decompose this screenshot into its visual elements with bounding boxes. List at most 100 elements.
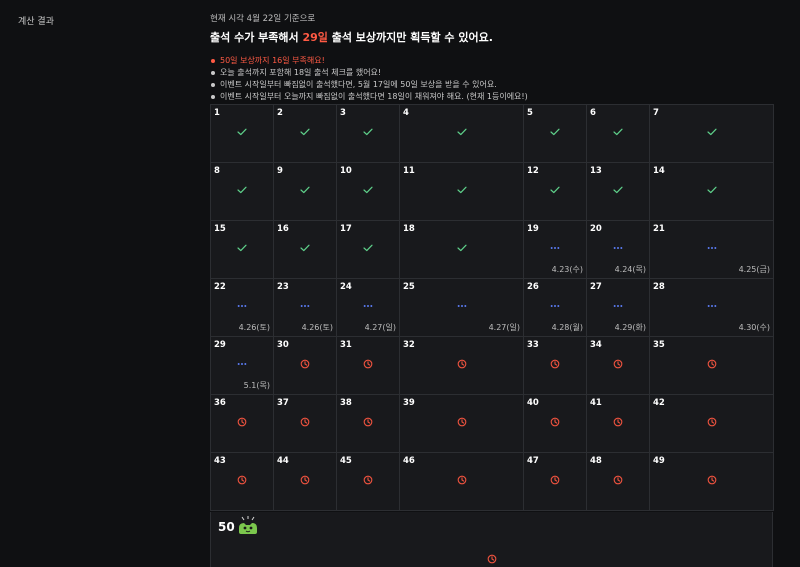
clock-icon: [707, 417, 717, 427]
day-number: 3: [340, 108, 346, 118]
clock-icon: [613, 475, 623, 485]
calendar-day-cell: 39: [400, 395, 524, 453]
day-number: 16: [277, 224, 289, 234]
day-number: 38: [340, 398, 352, 408]
more-dots-icon: [613, 301, 623, 311]
calendar-day-cell: 18: [400, 221, 524, 279]
calendar-day-cell: 42: [650, 395, 774, 453]
day-number: 43: [214, 456, 226, 466]
check-icon: [237, 185, 247, 195]
check-icon: [550, 185, 560, 195]
day-number: 14: [653, 166, 665, 176]
calendar-day-cell: 21 4.25(금): [650, 221, 774, 279]
calendar-day-cell: 22 4.26(토): [211, 279, 274, 337]
headline-accent: 29일: [302, 31, 328, 44]
day-number: 21: [653, 224, 665, 234]
expected-date: 4.23(수): [551, 265, 583, 274]
basis-text: 현재 시각 4월 22일 기준으로: [210, 14, 316, 24]
check-icon: [237, 243, 247, 253]
headline-prefix: 출석 수가 부족해서: [210, 31, 303, 44]
calendar-day-cell: 44: [274, 453, 337, 511]
calendar-day-cell: 41: [587, 395, 650, 453]
day-number: 11: [403, 166, 415, 176]
check-icon: [237, 127, 247, 137]
headline-suffix: 출석 보상까지만 획득할 수 있어요.: [327, 31, 493, 44]
more-dots-icon: [550, 301, 560, 311]
day-number: 7: [653, 108, 659, 118]
clock-icon: [237, 417, 247, 427]
expected-date: 4.24(목): [614, 265, 646, 274]
calendar-day-cell: 3: [337, 105, 400, 163]
check-icon: [706, 127, 717, 137]
section-label: 계산 결과: [18, 17, 54, 27]
check-icon: [300, 185, 310, 195]
clock-icon: [487, 549, 497, 567]
day-number: 48: [590, 456, 602, 466]
day-number: 4: [403, 108, 409, 118]
day-number: 46: [403, 456, 415, 466]
check-icon: [456, 127, 467, 137]
day-number: 41: [590, 398, 602, 408]
calendar-day-cell: 30: [274, 337, 337, 395]
calendar-day-cell: 47: [524, 453, 587, 511]
result-bullets: 50일 보상까지 16일 부족해요! 오늘 출석까지 포함해 18일 출석 체크…: [210, 55, 773, 103]
check-icon: [363, 127, 373, 137]
more-dots-icon: [237, 359, 247, 369]
calendar-day-cell: 12: [524, 163, 587, 221]
calendar-day-cell: 33: [524, 337, 587, 395]
more-dots-icon: [237, 301, 247, 311]
calendar-day-cell: 8: [211, 163, 274, 221]
check-icon: [456, 185, 467, 195]
day-number: 15: [214, 224, 226, 234]
check-icon: [300, 127, 310, 137]
calendar-day-cell: 9: [274, 163, 337, 221]
calendar-day-cell: 32: [400, 337, 524, 395]
day-number: 37: [277, 398, 289, 408]
clock-icon: [457, 417, 467, 427]
expected-date: 5.1(목): [243, 381, 270, 390]
clock-icon: [550, 417, 560, 427]
calendar-day-cell: 1: [211, 105, 274, 163]
calendar-day-cell: 5: [524, 105, 587, 163]
clock-icon: [457, 475, 467, 485]
calendar-day-cell: 46: [400, 453, 524, 511]
day-number: 28: [653, 282, 665, 292]
calendar-day-cell: 37: [274, 395, 337, 453]
day-number: 39: [403, 398, 415, 408]
day-number: 50: [218, 520, 235, 534]
bullet-item: 이벤트 시작일부터 오늘까지 빠짐없이 출석했다면 18일이 채워져야 해요. …: [210, 91, 773, 103]
calendar-day-cell: 31: [337, 337, 400, 395]
more-dots-icon: [457, 301, 467, 311]
calendar-day-cell: 40: [524, 395, 587, 453]
result-summary: 현재 시각 4월 22일 기준으로 출석 수가 부족해서 29일 출석 보상까지…: [210, 12, 773, 110]
day-number: 19: [527, 224, 539, 234]
day-number: 24: [340, 282, 352, 292]
day-number: 31: [340, 340, 352, 350]
more-dots-icon: [550, 243, 560, 253]
calendar-day-cell: 4: [400, 105, 524, 163]
check-icon: [706, 185, 717, 195]
calendar-day-cell: 24 4.27(일): [337, 279, 400, 337]
calendar-day-cell: 28 4.30(수): [650, 279, 774, 337]
calendar-day-cell: 34: [587, 337, 650, 395]
bullet-item: 50일 보상까지 16일 부족해요!: [210, 55, 773, 67]
attendance-calculator-page: 계산 결과 현재 시각 4월 22일 기준으로 출석 수가 부족해서 29일 출…: [0, 0, 800, 567]
calendar-day-cell: 35: [650, 337, 774, 395]
clock-icon: [613, 359, 623, 369]
expected-date: 4.26(토): [301, 323, 333, 332]
calendar-day-cell: 13: [587, 163, 650, 221]
more-dots-icon: [707, 301, 717, 311]
calendar-day-cell: 20 4.24(목): [587, 221, 650, 279]
calendar-day-cell: 6: [587, 105, 650, 163]
day-number: 36: [214, 398, 226, 408]
calendar-day-cell: 25 4.27(일): [400, 279, 524, 337]
day-number: 45: [340, 456, 352, 466]
clock-icon: [707, 475, 717, 485]
calendar-day-cell: 48: [587, 453, 650, 511]
calendar-day-cell: 11: [400, 163, 524, 221]
day-number: 22: [214, 282, 226, 292]
day-number: 17: [340, 224, 352, 234]
day-number: 10: [340, 166, 352, 176]
result-headline: 출석 수가 부족해서 29일 출석 보상까지만 획득할 수 있어요.: [210, 29, 773, 45]
clock-icon: [300, 475, 310, 485]
